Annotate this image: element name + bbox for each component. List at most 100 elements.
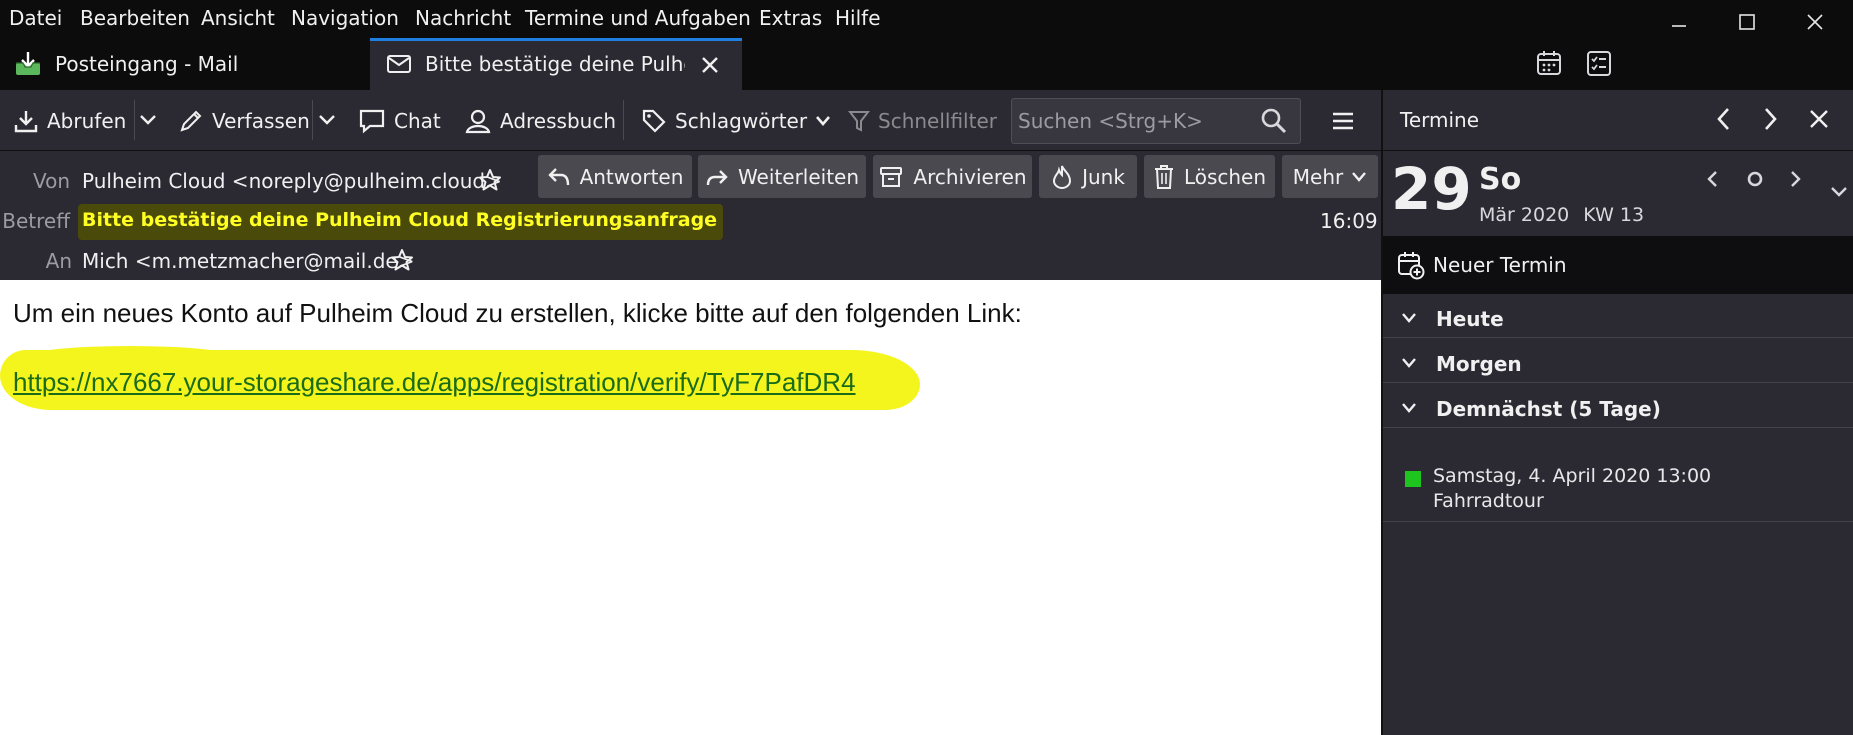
calendar-icon[interactable] <box>1534 48 1564 78</box>
from-label: Von <box>32 169 70 193</box>
today-circle-icon[interactable] <box>1745 169 1765 189</box>
day-number: 29 <box>1391 155 1472 223</box>
reply-button[interactable]: Antworten <box>538 155 692 198</box>
menu-navigation[interactable]: Navigation <box>291 6 399 30</box>
message-time: 16:09 <box>1320 209 1378 233</box>
abrufen-button[interactable]: Abrufen <box>13 90 126 151</box>
menu-bar: Datei Bearbeiten Ansicht Navigation Nach… <box>0 0 1853 38</box>
chevron-left-icon[interactable] <box>1713 106 1735 132</box>
calendar-add-icon <box>1398 252 1425 280</box>
toolbar-divider <box>312 100 313 140</box>
close-icon[interactable] <box>1808 108 1830 130</box>
tasks-icon[interactable] <box>1584 48 1614 78</box>
section-morgen[interactable]: Morgen <box>1383 345 1853 383</box>
delete-label: Löschen <box>1183 164 1267 189</box>
star-icon[interactable] <box>478 168 502 192</box>
minimize-icon[interactable] <box>1664 8 1694 38</box>
search-input[interactable]: Suchen <Strg+K> <box>1011 98 1301 144</box>
section-morgen-label: Morgen <box>1436 352 1522 376</box>
archive-label: Archivieren <box>913 164 1027 189</box>
adressbuch-button[interactable]: Adressbuch <box>464 90 616 151</box>
tab-close-icon[interactable] <box>700 55 720 75</box>
menu-datei[interactable]: Datei <box>9 6 62 30</box>
event-color-swatch <box>1405 471 1421 487</box>
menu-termine-und-aufgaben[interactable]: Termine und Aufgaben <box>525 6 751 30</box>
chevron-down-icon <box>1352 171 1367 182</box>
trash-icon <box>1154 164 1173 189</box>
menu-nachricht[interactable]: Nachricht <box>415 6 511 30</box>
chevron-down-icon <box>1402 358 1416 368</box>
calendar-pane-title: Termine <box>1400 108 1480 132</box>
adressbuch-label: Adressbuch <box>500 108 616 133</box>
schlagwoerter-label: Schlagwörter <box>675 108 808 133</box>
to-label: An <box>45 249 72 273</box>
tab-bar: Posteingang - Mail Bitte bestätige deine… <box>0 38 1853 90</box>
section-heute-label: Heute <box>1436 307 1504 331</box>
reply-icon <box>547 167 569 185</box>
archive-icon <box>880 166 903 187</box>
month-year: Mär 2020 <box>1479 204 1570 226</box>
toolbar-divider <box>134 100 135 140</box>
chevron-down-icon <box>1402 403 1416 413</box>
chevron-down-icon <box>816 115 831 126</box>
to-value[interactable]: Mich <m.metzmacher@mail.de> <box>82 249 414 273</box>
delete-button[interactable]: Löschen <box>1144 155 1275 198</box>
section-demnaechst[interactable]: Demnächst (5 Tage) <box>1383 390 1853 428</box>
forward-button[interactable]: Weiterleiten <box>698 155 866 198</box>
toolbar-divider <box>623 100 624 140</box>
chevron-down-icon[interactable] <box>318 113 336 127</box>
new-event-button[interactable]: Neuer Termin <box>1383 236 1853 294</box>
chevron-left-icon[interactable] <box>1705 169 1721 189</box>
chevron-right-icon[interactable] <box>1787 169 1803 189</box>
address-book-icon <box>465 109 491 133</box>
menu-ansicht[interactable]: Ansicht <box>201 6 275 30</box>
calendar-pane: Termine 29 So Mär 2020 KW 13 Neuer Termi… <box>1381 90 1853 735</box>
chevron-down-icon[interactable] <box>139 113 157 127</box>
message-header: Von Pulheim Cloud <noreply@pulheim.cloud… <box>0 151 1381 280</box>
day-name: So <box>1479 162 1522 197</box>
search-icon[interactable] <box>1260 107 1288 135</box>
abrufen-label: Abrufen <box>47 108 127 133</box>
forward-icon <box>706 169 728 185</box>
event-title: Fahrradtour <box>1433 490 1544 512</box>
tab-posteingang[interactable]: Posteingang - Mail <box>0 38 368 90</box>
more-label: Mehr <box>1292 164 1344 189</box>
calendar-pane-header: Termine <box>1383 90 1853 151</box>
verification-link[interactable]: https://nx7667.your-storageshare.de/apps… <box>13 367 856 398</box>
section-heute[interactable]: Heute <box>1383 300 1853 338</box>
new-event-label: Neuer Termin <box>1433 253 1567 277</box>
more-button[interactable]: Mehr <box>1282 155 1378 198</box>
menu-bearbeiten[interactable]: Bearbeiten <box>80 6 190 30</box>
forward-label: Weiterleiten <box>737 164 860 189</box>
chevron-right-icon[interactable] <box>1759 106 1781 132</box>
chevron-down-icon <box>1402 313 1416 323</box>
hamburger-menu-icon[interactable] <box>1330 108 1356 134</box>
junk-label: Junk <box>1082 164 1125 189</box>
pencil-icon <box>180 110 202 132</box>
message-body: Um ein neues Konto auf Pulheim Cloud zu … <box>0 280 1381 735</box>
verfassen-button[interactable]: Verfassen <box>178 90 310 151</box>
star-icon[interactable] <box>390 248 414 272</box>
chat-label: Chat <box>394 108 441 133</box>
junk-button[interactable]: Junk <box>1039 155 1137 198</box>
tab-message[interactable]: Bitte bestätige deine Pulheim <box>370 38 742 90</box>
envelope-icon <box>387 55 411 73</box>
schlagwoerter-button[interactable]: Schlagwörter <box>641 90 831 151</box>
schnellfilter-button[interactable]: Schnellfilter <box>848 90 997 151</box>
thunderbird-window: Datei Bearbeiten Ansicht Navigation Nach… <box>0 0 1853 735</box>
search-placeholder: Suchen <Strg+K> <box>1018 109 1203 133</box>
tab-posteingang-label: Posteingang - Mail <box>55 52 239 76</box>
menu-hilfe[interactable]: Hilfe <box>835 6 881 30</box>
archive-button[interactable]: Archivieren <box>873 155 1032 198</box>
verfassen-label: Verfassen <box>212 108 310 133</box>
schnellfilter-label: Schnellfilter <box>878 108 997 133</box>
from-value[interactable]: Pulheim Cloud <noreply@pulheim.cloud> <box>82 169 502 193</box>
body-text: Um ein neues Konto auf Pulheim Cloud zu … <box>13 298 1022 328</box>
chat-icon <box>359 109 385 133</box>
chevron-down-icon[interactable] <box>1829 185 1849 199</box>
menu-extras[interactable]: Extras <box>759 6 822 30</box>
chat-button[interactable]: Chat <box>358 90 441 151</box>
maximize-icon[interactable] <box>1732 8 1762 38</box>
event-item[interactable]: Samstag, 4. April 2020 13:00 Fahrradtour <box>1383 460 1853 522</box>
window-close-icon[interactable] <box>1800 8 1830 38</box>
